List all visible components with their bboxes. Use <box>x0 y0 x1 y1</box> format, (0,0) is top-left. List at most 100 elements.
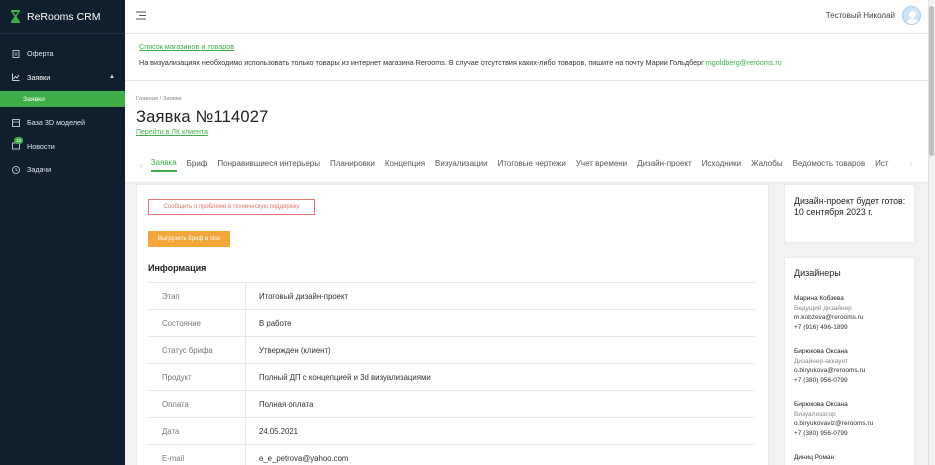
tab-visualizations[interactable]: Визуализации <box>435 159 488 171</box>
brand[interactable]: ReRooms CRM <box>0 0 125 34</box>
info-label: Продукт <box>148 364 246 390</box>
sidebar-item-label: Оферта <box>27 49 54 59</box>
page-header: Главная / Заявки Заявка №114027 Перейти … <box>125 81 928 183</box>
tab-request[interactable]: Заявка <box>150 158 177 172</box>
document-icon <box>11 49 20 58</box>
info-value: Итоговый дизайн-проект <box>259 291 349 301</box>
designer-name: Бирюкова Оксана <box>794 401 848 408</box>
shops-list-link[interactable]: Список магазинов и товаров <box>139 42 928 51</box>
info-section-title: Информация <box>148 263 207 273</box>
sidebar-item-label: Задачи <box>27 165 52 175</box>
sidebar-item-news[interactable]: 15 Новости <box>0 135 125 159</box>
designers-card: Дизайнеры Марина Кобзева Ведущий дизайне… <box>784 257 915 465</box>
tab-concept[interactable]: Концепция <box>385 159 425 171</box>
brand-name: ReRooms CRM <box>27 10 101 23</box>
deadline-text: Дизайн-проект будет готов: 10 сентября 2… <box>794 196 906 217</box>
tabs: ‹ Заявка Бриф Понравившиеся интерьеры Пл… <box>140 158 928 172</box>
info-label: Этап <box>148 283 246 309</box>
designer-entry: Бирюкова Оксана Дизайнер-аккаунт o.biryu… <box>794 347 914 385</box>
table-row: Оплата Полная оплата <box>148 391 755 418</box>
tab-design-project[interactable]: Дизайн-проект <box>637 159 692 171</box>
designer-email[interactable]: o.biryukovaviz@rerooms.ru <box>794 419 914 429</box>
avatar[interactable] <box>902 6 921 25</box>
breadcrumb[interactable]: Главная / Заявки <box>136 96 182 102</box>
sidebar: ReRooms CRM Оферта Заявки ▲ Заявки База … <box>0 0 125 465</box>
chevron-up-icon: ▲ <box>109 73 115 80</box>
designer-entry: Диниц Роман <box>794 453 914 463</box>
designer-role: Визуализатор <box>794 410 836 418</box>
table-row: Этап Итоговый дизайн-проект <box>148 283 755 310</box>
info-label: Статус брифа <box>148 337 246 363</box>
sidebar-item-offer[interactable]: Оферта <box>0 42 125 66</box>
tab-final-drawings[interactable]: Итоговые чертежи <box>498 159 566 171</box>
tab-sources[interactable]: Исходники <box>702 159 741 171</box>
tab-complaints[interactable]: Жалобы <box>751 159 782 171</box>
scrollbar-thumb[interactable] <box>929 6 934 156</box>
sidebar-item-requests[interactable]: Заявки ▲ <box>0 66 125 90</box>
info-label: Дата <box>148 418 246 444</box>
notice-message: На визуализациях необходимо использовать… <box>139 58 704 67</box>
sidebar-item-label: База 3D моделей <box>27 118 86 128</box>
info-label: Оплата <box>148 391 246 417</box>
page-title: Заявка №114027 <box>136 108 269 126</box>
designer-role: Ведущий дизайнер <box>794 304 852 312</box>
info-label: E-mail <box>148 445 246 465</box>
designer-phone[interactable]: +7 (380) 956-0799 <box>794 376 914 386</box>
designer-phone[interactable]: +7 (380) 956-0799 <box>794 429 914 439</box>
chart-icon <box>11 73 20 82</box>
info-value: e_e_petrova@yahoo.com <box>259 453 349 463</box>
tab-history[interactable]: Ист <box>875 159 888 171</box>
notice-banner: Список магазинов и товаров На визуализац… <box>125 34 928 81</box>
menu-toggle-icon[interactable] <box>136 11 146 20</box>
table-row: Состояние В работе <box>148 310 755 337</box>
notice-email-link[interactable]: mgoldberg@rerooms.ru <box>706 58 782 67</box>
sidebar-nav: Оферта Заявки ▲ Заявки База 3D моделей 1… <box>0 34 125 182</box>
clock-icon <box>11 165 20 174</box>
tab-time-tracking[interactable]: Учет времени <box>576 159 627 171</box>
tab-goods-list[interactable]: Ведомость товаров <box>793 159 866 171</box>
designer-entry: Бирюкова Оксана Визуализатор o.biryukova… <box>794 400 914 438</box>
sidebar-item-3d-models[interactable]: База 3D моделей <box>0 111 125 135</box>
info-value: 24.05.2021 <box>259 426 299 436</box>
news-count-badge: 15 <box>14 136 24 144</box>
sidebar-subitem-requests[interactable]: Заявки <box>0 91 125 107</box>
tab-layouts[interactable]: Планировки <box>330 159 375 171</box>
sidebar-item-label: Новости <box>27 141 55 151</box>
chevron-left-icon[interactable]: ‹ <box>140 161 143 170</box>
hourglass-logo-icon <box>11 10 20 23</box>
designer-email[interactable]: m.kobzeva@rerooms.ru <box>794 313 914 323</box>
info-value: Утвержден (клиент) <box>259 345 331 355</box>
page-scrollbar[interactable] <box>928 0 935 465</box>
table-row: Статус брифа Утвержден (клиент) <box>148 337 755 364</box>
export-brief-button[interactable]: Выгрузить бриф в xlsx <box>148 231 230 247</box>
info-value: Полная оплата <box>259 399 314 409</box>
table-row: Продукт Полный ДП с концепцией и 3d визу… <box>148 364 755 391</box>
deadline-card: Дизайн-проект будет готов: 10 сентября 2… <box>784 184 915 243</box>
topbar: Тестовый Николай <box>125 0 935 34</box>
designers-title: Дизайнеры <box>794 268 841 278</box>
designer-name: Бирюкова Оксана <box>794 348 848 355</box>
designer-phone[interactable]: +7 (916) 496-1899 <box>794 323 914 333</box>
designer-name: Марина Кобзева <box>794 295 844 302</box>
designer-name: Диниц Роман <box>794 454 835 461</box>
request-info-card: Сообщить о проблеме в техническую поддер… <box>136 184 769 465</box>
notice-text: На визуализациях необходимо использовать… <box>139 58 928 67</box>
info-label: Состояние <box>148 310 246 336</box>
designer-entry: Марина Кобзева Ведущий дизайнер m.kobzev… <box>794 294 914 332</box>
designer-email[interactable]: o.biryukova@rerooms.ru <box>794 366 914 376</box>
info-value: В работе <box>259 318 292 328</box>
table-row: Дата 24.05.2021 <box>148 418 755 445</box>
tab-brief[interactable]: Бриф <box>187 159 208 171</box>
user-name[interactable]: Тестовый Николай <box>826 11 895 20</box>
table-row: E-mail e_e_petrova@yahoo.com <box>148 445 755 465</box>
chevron-right-icon[interactable]: › <box>906 159 912 168</box>
client-account-link[interactable]: Перейти в ЛК клиента <box>136 129 208 136</box>
sidebar-item-tasks[interactable]: Задачи <box>0 158 125 182</box>
sidebar-item-label: Заявки <box>27 72 51 82</box>
info-value: Полный ДП с концепцией и 3d визуализация… <box>259 372 431 382</box>
info-table: Этап Итоговый дизайн-проект Состояние В … <box>148 282 755 465</box>
cube-icon <box>11 118 20 127</box>
report-problem-button[interactable]: Сообщить о проблеме в техническую поддер… <box>148 199 315 215</box>
designer-role: Дизайнер-аккаунт <box>794 357 849 365</box>
tab-liked-interiors[interactable]: Понравившиеся интерьеры <box>217 159 320 171</box>
